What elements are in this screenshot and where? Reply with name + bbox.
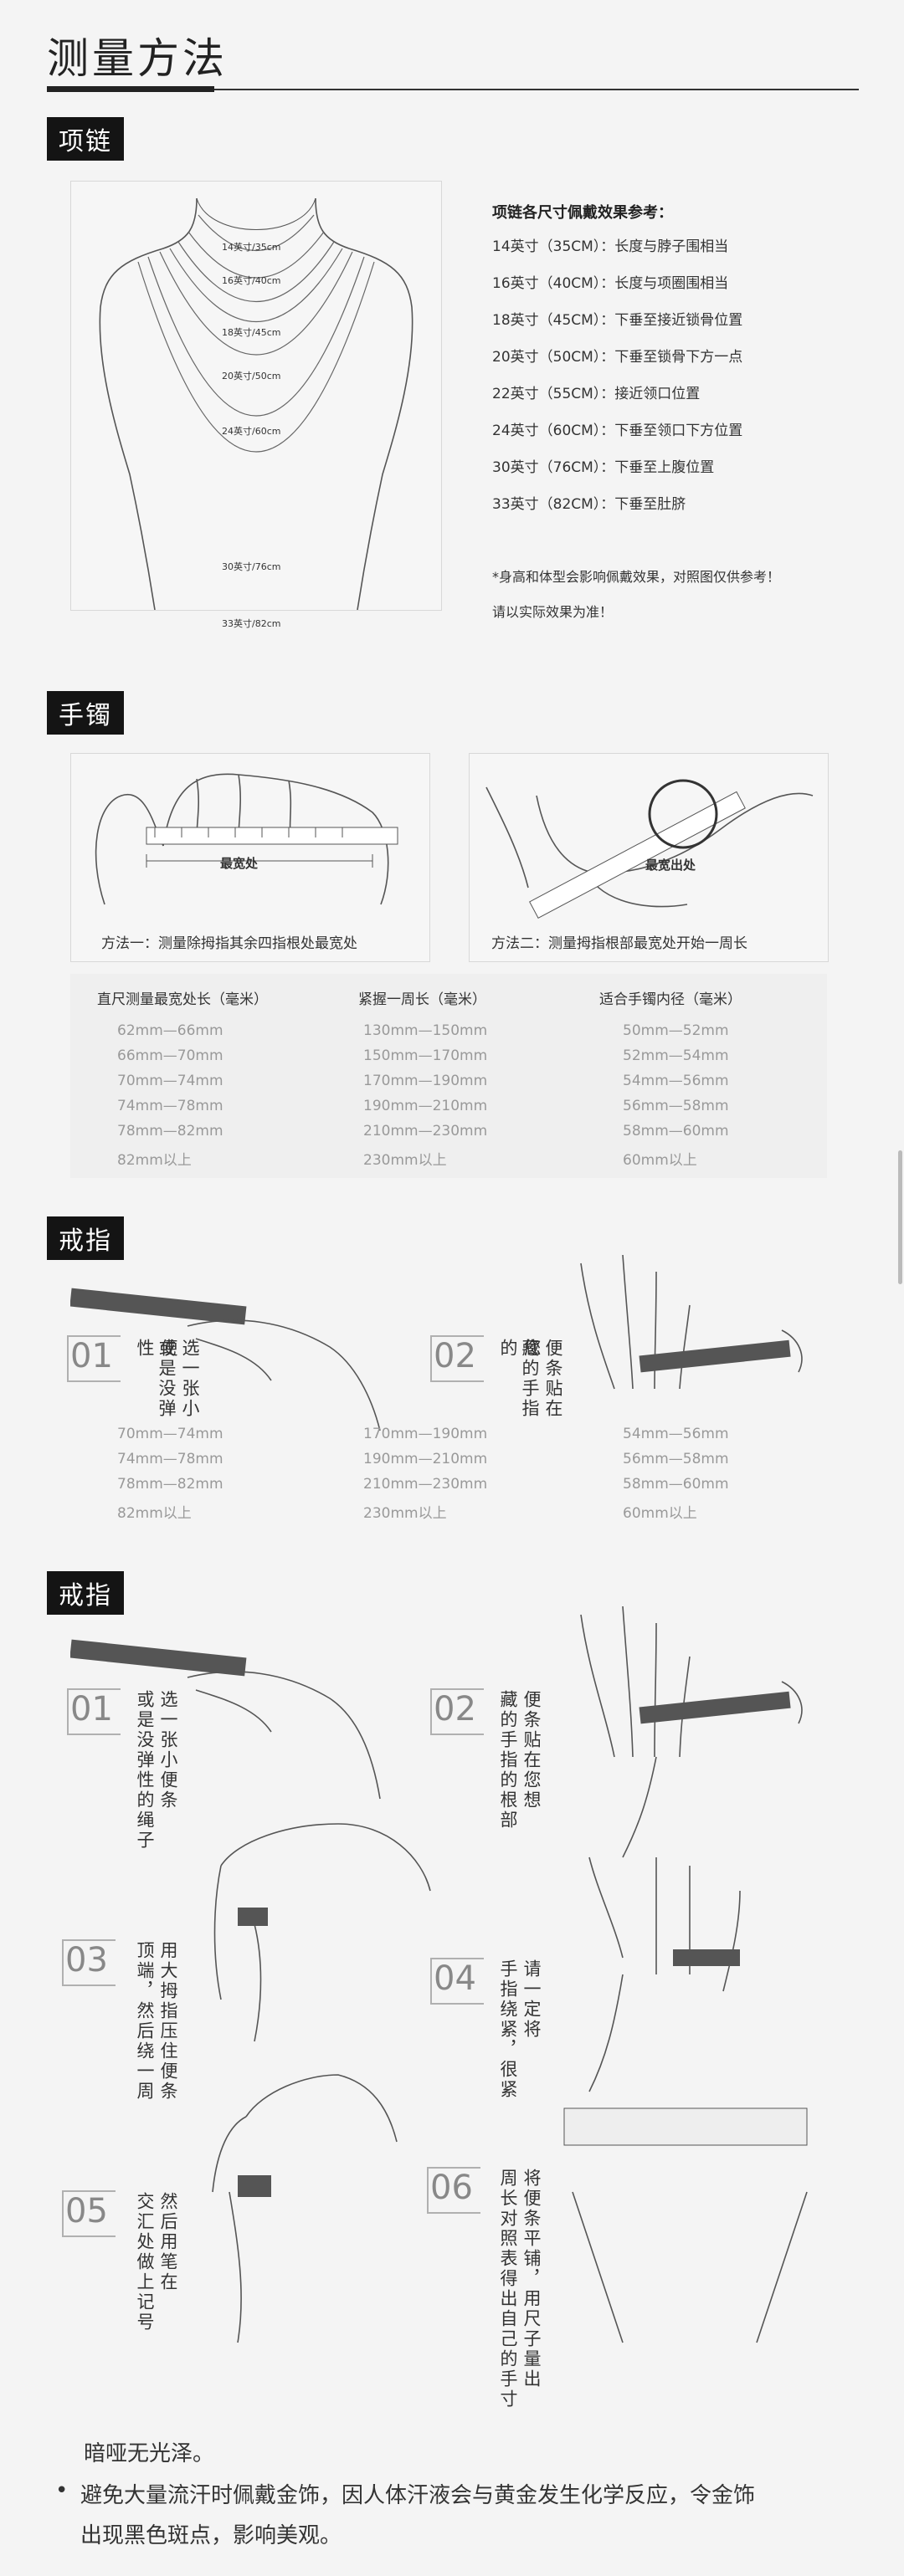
table-cell: 190mm—210mm <box>363 1098 488 1114</box>
step-06-text-a: 将便条平铺，用尺子量出 <box>521 2169 542 2389</box>
table-cell: 170mm—190mm <box>363 1073 488 1089</box>
widest-out-label: 最宽出处 <box>645 858 696 873</box>
neck-label-33: 33英寸/82cm <box>222 618 281 629</box>
table-cell: 78mm—82mm <box>117 1123 223 1139</box>
table-cell: 74mm—78mm <box>117 1451 223 1467</box>
ring-partial-text-1b: 或是没弹性 <box>135 1339 177 1419</box>
table-cell: 60mm以上 <box>623 1505 697 1522</box>
table-cell: 190mm—210mm <box>363 1451 488 1467</box>
table-header-3: 适合手镯内径（毫米） <box>599 991 742 1008</box>
step-05-text-b: 交汇处做上记号 <box>135 2192 155 2333</box>
table-cell: 70mm—74mm <box>117 1073 223 1089</box>
bracelet-method2-panel: 最宽出处 方法二：测量拇指根部最宽处开始一周长 <box>469 753 829 962</box>
table-cell: 230mm以上 <box>363 1152 447 1169</box>
table-cell: 56mm—58mm <box>623 1451 729 1467</box>
step-01-text-a: 选一张小便条 <box>158 1690 178 1810</box>
table-cell: 52mm—54mm <box>623 1047 729 1064</box>
table-cell: 50mm—52mm <box>623 1022 729 1039</box>
step-03-text-b: 顶端，然后绕一周 <box>135 1941 155 2102</box>
table-cell: 210mm—230mm <box>363 1123 488 1139</box>
step-number-03: 03 <box>65 1941 108 1979</box>
step-03-text-a: 用大拇指压住便条 <box>158 1941 178 2102</box>
table-header-2: 紧握一周长（毫米） <box>358 991 486 1008</box>
table-cell: 54mm—56mm <box>623 1073 729 1089</box>
necklace-row-24: 24英寸（60CM）：下垂至领口下方位置 <box>492 423 743 439</box>
neck-label-14: 14英寸/35cm <box>222 242 281 253</box>
necklace-heading: 项链各尺寸佩戴效果参考： <box>492 204 673 222</box>
table-cell: 130mm—150mm <box>363 1022 488 1039</box>
step-number-02: 02 <box>434 1337 476 1375</box>
necklace-row-18: 18英寸（45CM）：下垂至接近锁骨位置 <box>492 312 743 329</box>
table-cell: 58mm—60mm <box>623 1123 729 1139</box>
step-01-text-b: 或是没弹性的绳子 <box>135 1690 155 1851</box>
ring-partial-text-2b: 藏的手指的 <box>498 1339 540 1419</box>
step-number-06: 06 <box>430 2169 473 2207</box>
step-06-text-b: 周长对照表得出自己的手寸 <box>498 2169 518 2410</box>
step-number-05: 05 <box>65 2192 108 2230</box>
step-04-text-a: 请一定将 <box>521 1959 542 2040</box>
neck-label-18: 18英寸/45cm <box>222 327 281 338</box>
page-title: 测量方法 <box>47 34 228 83</box>
table-cell: 58mm—60mm <box>623 1476 729 1493</box>
table-cell: 54mm—56mm <box>623 1426 729 1442</box>
care-text-1: 暗哑无光泽。 <box>84 2441 215 2466</box>
bracelet-tag: 手镯 <box>47 691 124 735</box>
necklace-diagram: 14英寸/35cm 16英寸/40cm 18英寸/45cm 20英寸/50cm … <box>70 181 442 629</box>
table-cell: 62mm—66mm <box>117 1022 223 1039</box>
care-text-2: 避免大量流汗时佩戴金饰，因人体汗液会与黄金发生化学反应，令金饰 <box>80 2483 756 2508</box>
neck-label-30: 30英寸/76cm <box>222 561 281 572</box>
step-02-text-a: 便条贴在您想 <box>521 1690 542 1810</box>
table-cell: 230mm以上 <box>363 1505 447 1522</box>
table-cell: 170mm—190mm <box>363 1426 488 1442</box>
table-cell: 78mm—82mm <box>117 1476 223 1493</box>
step-number-01: 01 <box>70 1337 113 1375</box>
step-number-01: 01 <box>70 1690 113 1728</box>
table-cell: 60mm以上 <box>623 1152 697 1169</box>
hand-ruler-illustration <box>95 773 398 905</box>
step-04-text-b: 手指绕紧，很紧 <box>498 1959 518 2100</box>
table-cell: 82mm以上 <box>117 1505 192 1522</box>
necklace-row-33: 33英寸（82CM）：下垂至肚脐 <box>492 496 686 513</box>
necklace-note-1: *身高和体型会影响佩戴效果，对照图仅供参考！ <box>492 569 781 585</box>
bracelet-method2-caption: 方法二：测量拇指根部最宽处开始一周长 <box>491 935 747 952</box>
table-cell: 56mm—58mm <box>623 1098 729 1114</box>
widest-label: 最宽处 <box>220 856 259 871</box>
table-cell: 66mm—70mm <box>117 1047 223 1064</box>
necklace-row-16: 16英寸（40CM）：长度与项圈围相当 <box>492 275 729 292</box>
necklace-row-14: 14英寸（35CM）：长度与脖子围相当 <box>492 238 729 255</box>
necklace-row-20: 20英寸（50CM）：下垂至锁骨下方一点 <box>492 349 743 366</box>
necklace-tag: 项链 <box>47 117 124 161</box>
neck-label-24: 24英寸/60cm <box>222 426 281 437</box>
step-02-text-b: 藏的手指的根部 <box>498 1690 518 1831</box>
necklace-row-22: 22英寸（55CM）：接近领口位置 <box>492 386 701 402</box>
ring-partial-tag: 戒指 <box>47 1216 124 1260</box>
care-text-3: 出现黑色斑点，影响美观。 <box>80 2523 342 2548</box>
step-05-text-a: 然后用笔在 <box>158 2192 178 2292</box>
step-number-02: 02 <box>434 1690 476 1728</box>
neck-label-20: 20英寸/50cm <box>222 371 281 382</box>
bullet: • <box>55 2478 69 2503</box>
table-cell: 210mm—230mm <box>363 1476 488 1493</box>
table-cell: 70mm—74mm <box>117 1426 223 1442</box>
scrollbar-thumb[interactable] <box>898 1150 902 1284</box>
step-number-04: 04 <box>434 1959 476 1998</box>
thumb-ruler-illustration <box>485 779 814 919</box>
table-cell: 150mm—170mm <box>363 1047 488 1064</box>
table-cell: 74mm—78mm <box>117 1098 223 1114</box>
table-cell: 82mm以上 <box>117 1152 192 1169</box>
title-accent-bar <box>47 86 214 92</box>
bracelet-method1-caption: 方法一：测量除拇指其余四指根处最宽处 <box>101 935 357 952</box>
necklace-row-30: 30英寸（76CM）：下垂至上腹位置 <box>492 459 715 476</box>
necklace-note-2: 请以实际效果为准！ <box>492 604 614 620</box>
table-header-1: 直尺测量最宽处长（毫米） <box>97 991 268 1008</box>
bracelet-method1-panel: 最宽处 方法一：测量除拇指其余四指根处最宽处 <box>70 753 430 962</box>
neck-label-16: 16英寸/40cm <box>222 275 281 286</box>
